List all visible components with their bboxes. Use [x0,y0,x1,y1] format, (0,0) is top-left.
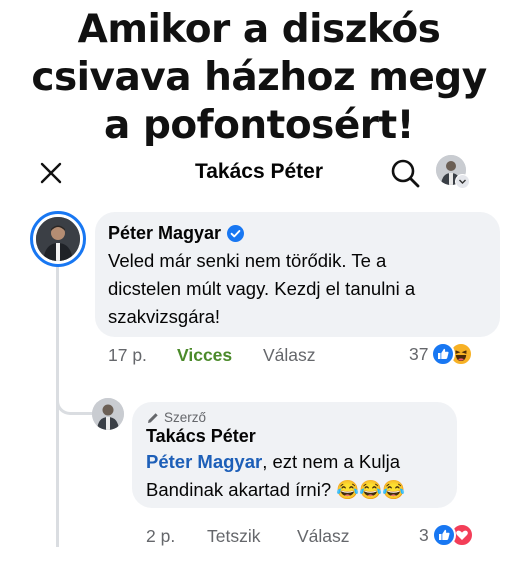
comment-timestamp[interactable]: 17 p. [108,345,147,366]
comment-actions: 17 p. Vicces Válasz 37 [0,342,518,369]
author-badge: Szerző [146,410,405,425]
reply-author-name[interactable]: Takács Péter [146,426,256,447]
reply-to-reply-button[interactable]: Válasz [297,526,350,547]
reply-text: Péter Magyar, ezt nem a Kulja Bandinak a… [146,448,405,504]
comment-bubble: Péter Magyar Veled már senki nem törődik… [95,212,500,337]
reply-bubble: Szerző Takács Péter Péter Magyar, ezt ne… [132,402,457,508]
reaction-count: 37 [409,343,429,364]
meme-caption-line-1: Amikor a diszkós [77,7,441,52]
search-button[interactable] [389,157,421,189]
reply-timestamp[interactable]: 2 p. [146,526,175,547]
reply-avatar[interactable] [92,398,124,430]
comment-text-line: Veled már senki nem törődik. Te a [108,250,387,271]
reaction-button[interactable]: Vicces [177,345,232,366]
reply-button[interactable]: Válasz [263,345,316,366]
comment-text: Veled már senki nem törődik. Te a dicste… [108,247,415,331]
like-reaction-icon [431,342,456,366]
reply-reaction-count: 3 [419,524,429,545]
pencil-icon [148,412,158,423]
comment-text-line: dicstelen múlt vagy. Kezdj el tanulni a [108,278,416,299]
comment-text-line: szakvizsgára! [108,306,221,327]
comment-author[interactable]: Péter Magyar [108,223,415,244]
reaction-summary[interactable]: 37 [409,342,474,366]
reply-text-line: Bandinak akartad írni? [146,479,332,500]
reply-connector [56,378,95,415]
meme-caption: Amikor a diszkós csivava házhoz megy a p… [0,6,518,150]
profile-menu-button[interactable] [436,155,470,189]
reply-actions: 2 p. Tetszik Válasz 3 [0,523,518,550]
laughing-emoji-icon: 😂😂😂 [336,479,406,500]
like-reaction-icon [431,523,456,547]
comment-author-name[interactable]: Péter Magyar [108,223,221,244]
like-button[interactable]: Tetszik [207,526,260,547]
mention-link[interactable]: Péter Magyar [146,451,262,472]
search-icon [391,159,420,188]
reply-reaction-summary[interactable]: 3 [419,523,474,547]
meme-caption-line-2: csivava házhoz megy [31,55,487,100]
top-bar: Takács Péter [0,150,518,196]
chevron-down-icon [455,174,470,189]
reply-author[interactable]: Takács Péter [146,426,405,447]
comment-avatar[interactable] [30,211,86,267]
meme-caption-line-3: a pofontosért! [104,103,414,148]
author-badge-label: Szerző [164,410,207,425]
verified-badge-icon [227,225,245,242]
reply-text-rest: , ezt nem a Kulja [262,451,400,472]
